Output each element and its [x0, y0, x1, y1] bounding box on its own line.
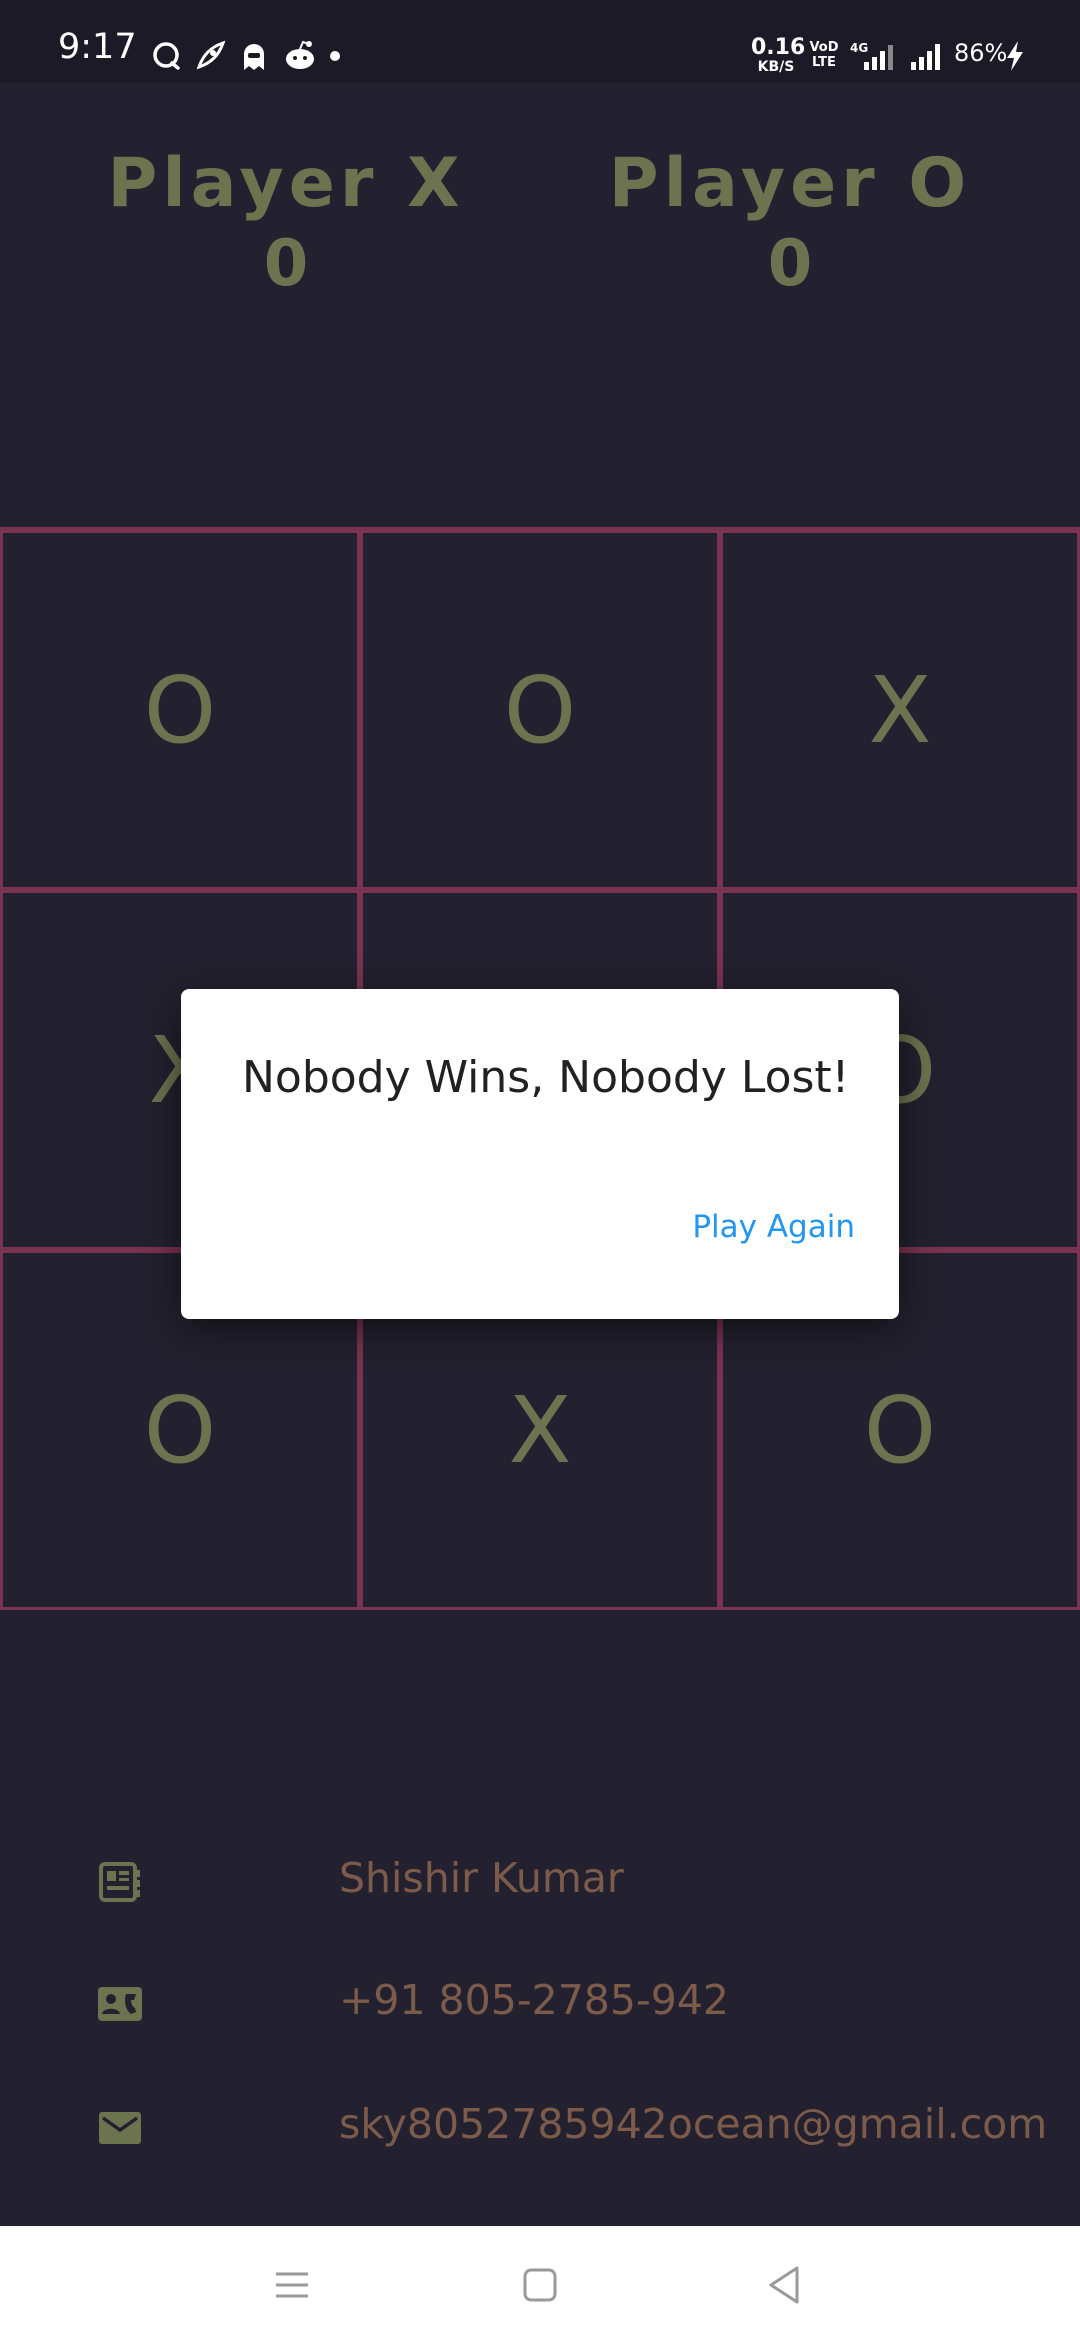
network-speed: 0.16 KB/S [751, 35, 806, 75]
network-speed-unit: KB/S [757, 59, 795, 75]
back-triangle-icon[interactable] [761, 2261, 809, 2309]
network-speed-value: 0.16 [751, 35, 806, 60]
status-bar: 9:17 0.16 KB/S VoD LTE 4G 86% [0, 0, 1080, 82]
contact-name: Shishir Kumar [339, 1854, 624, 1902]
contact-phone: +91 805-2785-942 [339, 1976, 730, 2024]
volte-indicator: VoD LTE [806, 40, 842, 70]
signal-4g-icon: 4G [850, 41, 893, 70]
contact-row-email: sky8052785942ocean@gmail.com [0, 2088, 1080, 2168]
contact-card-icon [99, 1862, 140, 1902]
status-time: 9:17 [58, 27, 137, 67]
menu-icon[interactable] [268, 2261, 316, 2309]
contact-email: sky8052785942ocean@gmail.com [339, 2100, 1048, 2148]
rocket-app-icon [196, 40, 226, 70]
network-type-label: 4G [850, 41, 868, 55]
contact-row-name: Shishir Kumar [0, 1842, 1080, 1922]
home-square-icon[interactable] [516, 2261, 564, 2309]
reddit-icon [286, 40, 314, 69]
signal-bars-icon [911, 44, 940, 70]
chat-bubble-icon [153, 42, 180, 70]
battery-percent: 86% [954, 39, 1008, 67]
volte-line1: VoD [809, 40, 839, 55]
ghost-app-icon [244, 44, 264, 70]
charging-bolt-icon [1007, 41, 1023, 71]
dialog-message: Nobody Wins, Nobody Lost! [242, 1052, 850, 1103]
id-card-icon [98, 1987, 142, 2021]
app-screen: 9:17 0.16 KB/S VoD LTE 4G 86% Player X 0… [0, 0, 1080, 2340]
dot-icon [330, 51, 340, 61]
navigation-bar [0, 2226, 1080, 2340]
volte-line2: LTE [812, 55, 836, 70]
result-dialog: Nobody Wins, Nobody Lost! Play Again [181, 989, 899, 1319]
contact-row-phone: +91 805-2785-942 [0, 1964, 1080, 2044]
play-again-button[interactable]: Play Again [692, 1209, 855, 1245]
mail-icon [99, 2112, 141, 2144]
